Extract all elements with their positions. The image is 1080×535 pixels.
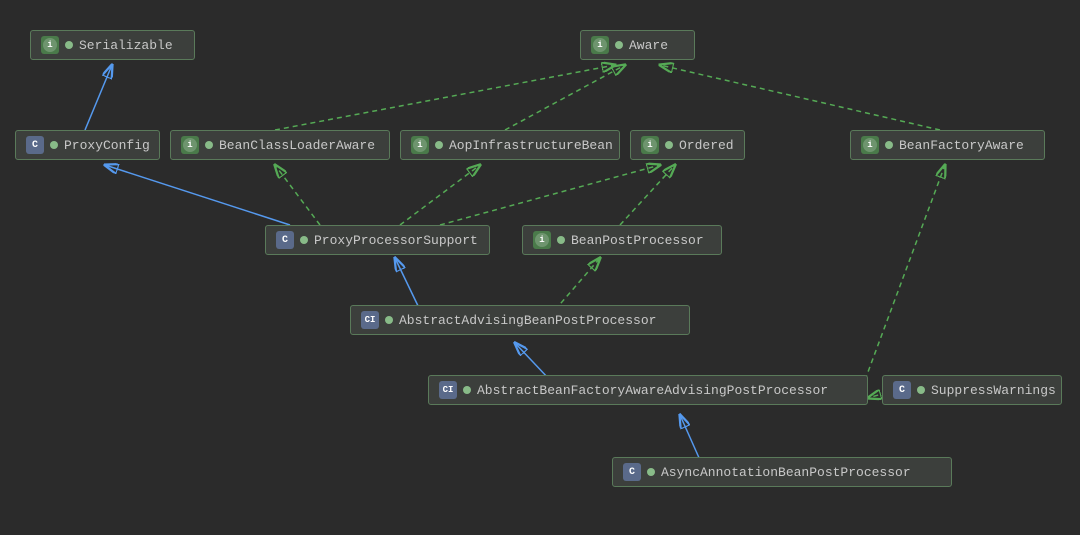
label-serializable: Serializable <box>79 38 173 53</box>
badge-beanpostprocessor: i <box>533 231 551 249</box>
node-proxyprocessorsupport[interactable]: C ProxyProcessorSupport <box>265 225 490 255</box>
badge-abstractbeanfactoryawareadvisingpostprocessor: CI <box>439 381 457 399</box>
node-ordered[interactable]: i Ordered <box>630 130 745 160</box>
badge-beanfactoryaware: i <box>861 136 879 154</box>
dot-beanpostprocessor <box>557 236 565 244</box>
node-serializable[interactable]: i Serializable <box>30 30 195 60</box>
dot-proxyconfig <box>50 141 58 149</box>
label-beanclassloaderaware: BeanClassLoaderAware <box>219 138 375 153</box>
label-ordered: Ordered <box>679 138 734 153</box>
label-abstractbeanfactoryawareadvisingpostprocessor: AbstractBeanFactoryAwareAdvisingPostProc… <box>477 383 828 398</box>
class-diagram: i Serializable i Aware C ProxyConfig i B… <box>0 0 1080 535</box>
dot-beanclassloaderaware <box>205 141 213 149</box>
node-aware[interactable]: i Aware <box>580 30 695 60</box>
dot-abstractadvisingbeanpostprocessor <box>385 316 393 324</box>
badge-abstractadvisingbeanpostprocessor: CI <box>361 311 379 329</box>
dot-serializable <box>65 41 73 49</box>
badge-beanclassloaderaware: i <box>181 136 199 154</box>
badge-aopinfrastructurebean: i <box>411 136 429 154</box>
label-suppresswarnings: SuppressWarnings <box>931 383 1056 398</box>
dot-suppresswarnings <box>917 386 925 394</box>
badge-proxyprocessorsupport: C <box>276 231 294 249</box>
node-suppresswarnings[interactable]: C SuppressWarnings <box>882 375 1062 405</box>
node-abstractbeanfactoryawareadvisingpostprocessor[interactable]: CI AbstractBeanFactoryAwareAdvisingPostP… <box>428 375 868 405</box>
node-aopinfrastructurebean[interactable]: i AopInfrastructureBean <box>400 130 620 160</box>
dot-ordered <box>665 141 673 149</box>
badge-suppresswarnings: C <box>893 381 911 399</box>
node-asyncannotationbeanpostprocessor[interactable]: C AsyncAnnotationBeanPostProcessor <box>612 457 952 487</box>
node-proxyconfig[interactable]: C ProxyConfig <box>15 130 160 160</box>
badge-proxyconfig: C <box>26 136 44 154</box>
node-beanclassloaderaware[interactable]: i BeanClassLoaderAware <box>170 130 390 160</box>
dot-beanfactoryaware <box>885 141 893 149</box>
node-beanfactoryaware[interactable]: i BeanFactoryAware <box>850 130 1045 160</box>
badge-serializable: i <box>41 36 59 54</box>
label-beanpostprocessor: BeanPostProcessor <box>571 233 704 248</box>
dot-abstractbeanfactoryawareadvisingpostprocessor <box>463 386 471 394</box>
badge-asyncannotationbeanpostprocessor: C <box>623 463 641 481</box>
label-aopinfrastructurebean: AopInfrastructureBean <box>449 138 613 153</box>
label-abstractadvisingbeanpostprocessor: AbstractAdvisingBeanPostProcessor <box>399 313 656 328</box>
label-aware: Aware <box>629 38 668 53</box>
dot-proxyprocessorsupport <box>300 236 308 244</box>
badge-ordered: i <box>641 136 659 154</box>
node-abstractadvisingbeanpostprocessor[interactable]: CI AbstractAdvisingBeanPostProcessor <box>350 305 690 335</box>
badge-aware: i <box>591 36 609 54</box>
label-beanfactoryaware: BeanFactoryAware <box>899 138 1024 153</box>
dot-aopinfrastructurebean <box>435 141 443 149</box>
node-beanpostprocessor[interactable]: i BeanPostProcessor <box>522 225 722 255</box>
dot-asyncannotationbeanpostprocessor <box>647 468 655 476</box>
label-asyncannotationbeanpostprocessor: AsyncAnnotationBeanPostProcessor <box>661 465 911 480</box>
arrows-svg <box>0 0 1080 535</box>
label-proxyconfig: ProxyConfig <box>64 138 150 153</box>
label-proxyprocessorsupport: ProxyProcessorSupport <box>314 233 478 248</box>
dot-aware <box>615 41 623 49</box>
